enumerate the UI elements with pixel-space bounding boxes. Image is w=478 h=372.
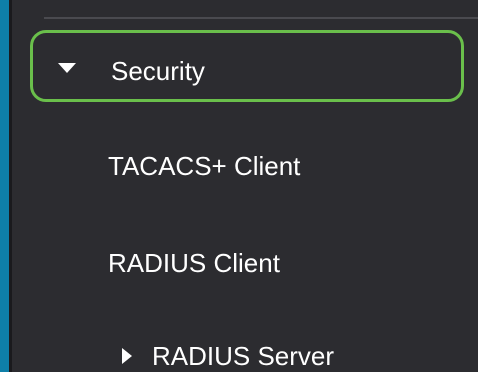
sidebar-item-radius-client[interactable]: RADIUS Client <box>108 250 280 276</box>
sidebar-accent-bar <box>0 0 9 372</box>
sidebar-section-label: Security <box>111 56 205 86</box>
caret-right-icon[interactable] <box>122 348 132 364</box>
sidebar-item-radius-server[interactable]: RADIUS Server <box>152 343 334 369</box>
sidebar-item-tacacs-client[interactable]: TACACS+ Client <box>108 153 300 179</box>
sidebar-accent-shadow <box>9 0 12 372</box>
sidebar-nav: Security TACACS+ Client RADIUS Client RA… <box>0 0 478 372</box>
top-divider <box>44 17 478 19</box>
sidebar-section-security[interactable]: Security <box>30 30 464 102</box>
caret-down-icon <box>58 63 76 73</box>
